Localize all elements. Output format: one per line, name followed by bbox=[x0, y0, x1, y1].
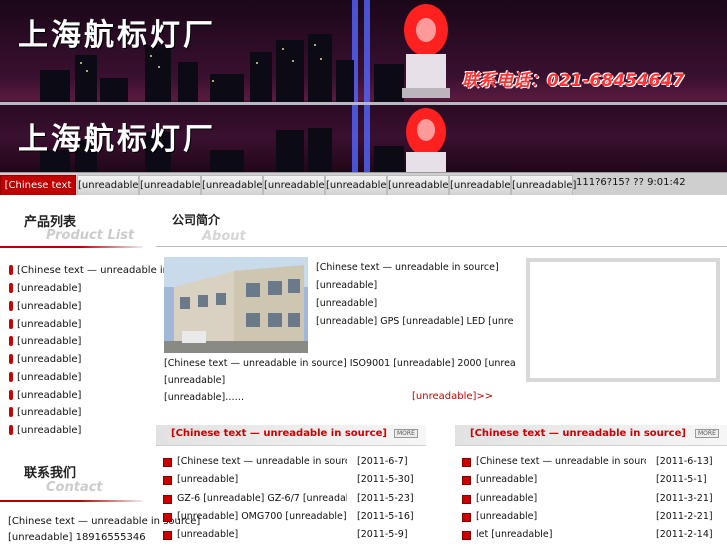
news-right-row-text[interactable]: [unreadable] bbox=[476, 508, 646, 526]
sidebar-divider bbox=[0, 246, 143, 248]
news-bullet-icon bbox=[163, 476, 172, 485]
news-right-row[interactable]: let [unreadable] [2011-2-14] bbox=[462, 526, 724, 544]
news-right-row[interactable]: [unreadable] [2011-3-21] bbox=[462, 490, 724, 508]
news-left-header: [Chinese text — unreadable in source] MO… bbox=[156, 425, 426, 446]
contact-divider bbox=[0, 500, 143, 502]
news-left-row[interactable]: [unreadable] OMG700 [unreadable] OMZ300 … bbox=[163, 508, 425, 526]
news-right-row-date: [2011-6-13] bbox=[656, 456, 713, 467]
category-item[interactable]: [unreadable] bbox=[9, 387, 81, 404]
news-right-row[interactable]: [unreadable] [2011-5-1] bbox=[462, 471, 724, 489]
news-left-row[interactable]: [Chinese text — unreadable in source] [2… bbox=[163, 453, 425, 471]
category-item[interactable]: [unreadable] bbox=[9, 404, 81, 421]
contact-title-en: Contact bbox=[46, 480, 103, 495]
contact-title: 联系我们 bbox=[24, 466, 77, 481]
banner-divider bbox=[0, 102, 727, 105]
header-banner: 上海航标灯厂 上海航标灯厂 联系电话：021-68454647 bbox=[0, 0, 727, 172]
about-divider bbox=[156, 246, 727, 247]
news-right-header: [Chinese text — unreadable in source] MO… bbox=[455, 425, 727, 446]
nav-clock: 111?6?15? ?? 9:01:42 bbox=[576, 177, 686, 188]
nav-item-7[interactable]: [unreadable] bbox=[449, 175, 514, 195]
news-bullet-icon bbox=[462, 476, 471, 485]
factory-photo bbox=[164, 257, 308, 353]
category-item[interactable]: [unreadable] bbox=[9, 298, 81, 315]
news-right-row[interactable]: [Chinese text — unreadable in source] [2… bbox=[462, 453, 724, 471]
news-bullet-icon bbox=[163, 495, 172, 504]
news-bullet-icon bbox=[462, 495, 471, 504]
side-ad-box bbox=[526, 258, 720, 382]
nav-item-8[interactable]: [unreadable] bbox=[511, 175, 576, 195]
news-right-more-button[interactable]: MORE bbox=[695, 429, 719, 438]
news-left-row-text[interactable]: [unreadable] OMG700 [unreadable] OMZ300 … bbox=[177, 508, 347, 526]
nav-item-4[interactable]: [unreadable] bbox=[263, 175, 328, 195]
banner-title-bottom: 上海航标灯厂 bbox=[18, 122, 216, 157]
news-left-row-date: [2011-5-9] bbox=[357, 529, 408, 540]
nav-item-6[interactable]: [unreadable] bbox=[387, 175, 452, 195]
banner-title-top: 上海航标灯厂 bbox=[18, 18, 216, 53]
news-left-row[interactable]: GZ-6 [unreadable] GZ-6/7 [unreadable] [2… bbox=[163, 490, 425, 508]
news-left-row[interactable]: [unreadable] [2011-5-9] bbox=[163, 526, 425, 544]
banner-phone: 联系电话：021-68454647 bbox=[462, 71, 685, 91]
news-left-row-date: [2011-6-7] bbox=[357, 456, 408, 467]
category-item[interactable]: [unreadable] bbox=[9, 280, 81, 297]
nav-item-5[interactable]: [unreadable] bbox=[325, 175, 390, 195]
news-left-row-text[interactable]: GZ-6 [unreadable] GZ-6/7 [unreadable] bbox=[177, 490, 347, 508]
news-left-more-button[interactable]: MORE bbox=[394, 429, 418, 438]
category-item[interactable]: [unreadable] bbox=[9, 422, 81, 439]
nav-home[interactable]: [Chinese text — unreadable in source] bbox=[0, 175, 76, 229]
news-right-row-text[interactable]: let [unreadable] bbox=[476, 526, 646, 544]
category-item[interactable]: [unreadable] bbox=[9, 333, 81, 350]
news-bullet-icon bbox=[462, 458, 471, 467]
news-left-row-date: [2011-5-30] bbox=[357, 474, 414, 485]
contact-phone: [unreadable] 18916555346 bbox=[8, 532, 146, 543]
nav-item-2[interactable]: [unreadable] bbox=[139, 175, 204, 195]
about-text-line: [unreadable] bbox=[164, 375, 226, 386]
news-right-row-date: [2011-5-1] bbox=[656, 474, 707, 485]
category-item[interactable]: [unreadable] bbox=[9, 316, 81, 333]
news-right-row-date: [2011-2-21] bbox=[656, 511, 713, 522]
about-text-line: [unreadable] GPS [unreadable] LED [unrea… bbox=[316, 316, 514, 327]
about-text-line: [Chinese text — unreadable in source] IS… bbox=[164, 358, 516, 369]
nav-item-1[interactable]: [unreadable] bbox=[77, 175, 142, 195]
news-left-row-text[interactable]: [Chinese text — unreadable in source] bbox=[177, 453, 347, 471]
news-bullet-icon bbox=[163, 531, 172, 540]
about-text-line: [unreadable] bbox=[316, 280, 378, 291]
news-left-row[interactable]: [unreadable] [2011-5-30] bbox=[163, 471, 425, 489]
about-text-line: [unreadable]…… bbox=[164, 392, 245, 403]
news-left-row-text[interactable]: [unreadable] bbox=[177, 526, 347, 544]
news-right-row-text[interactable]: [unreadable] bbox=[476, 490, 646, 508]
news-bullet-icon bbox=[462, 513, 471, 522]
about-title-en: About bbox=[202, 229, 246, 244]
news-right-row-date: [2011-2-14] bbox=[656, 529, 713, 540]
category-item[interactable]: [unreadable] bbox=[9, 369, 81, 386]
nav-item-3[interactable]: [unreadable] bbox=[201, 175, 266, 195]
about-text-line: [unreadable] bbox=[316, 298, 378, 309]
news-bullet-icon bbox=[462, 531, 471, 540]
news-right-row-text[interactable]: [unreadable] bbox=[476, 471, 646, 489]
about-more-link[interactable]: [unreadable]>> bbox=[412, 391, 493, 402]
news-bullet-icon bbox=[163, 458, 172, 467]
news-left-row-date: [2011-5-23] bbox=[357, 493, 414, 504]
products-title-en: Product List bbox=[46, 228, 135, 243]
news-bullet-icon bbox=[163, 513, 172, 522]
main-nav: [Chinese text — unreadable in source] [u… bbox=[0, 172, 727, 229]
news-right-title: [Chinese text — unreadable in source] bbox=[470, 428, 686, 439]
news-right-row-date: [2011-3-21] bbox=[656, 493, 713, 504]
news-left-title: [Chinese text — unreadable in source] bbox=[171, 428, 387, 439]
beacon-lamp-icon bbox=[402, 4, 450, 172]
news-left-row-date: [2011-5-16] bbox=[357, 511, 414, 522]
news-right-row-text[interactable]: [Chinese text — unreadable in source] bbox=[476, 453, 646, 471]
about-title: 公司简介 bbox=[172, 213, 221, 227]
news-right-row[interactable]: [unreadable] [2011-2-21] bbox=[462, 508, 724, 526]
about-text-line: [Chinese text — unreadable in source] bbox=[316, 262, 499, 273]
category-item[interactable]: [unreadable] bbox=[9, 351, 81, 368]
news-left-row-text[interactable]: [unreadable] bbox=[177, 471, 347, 489]
